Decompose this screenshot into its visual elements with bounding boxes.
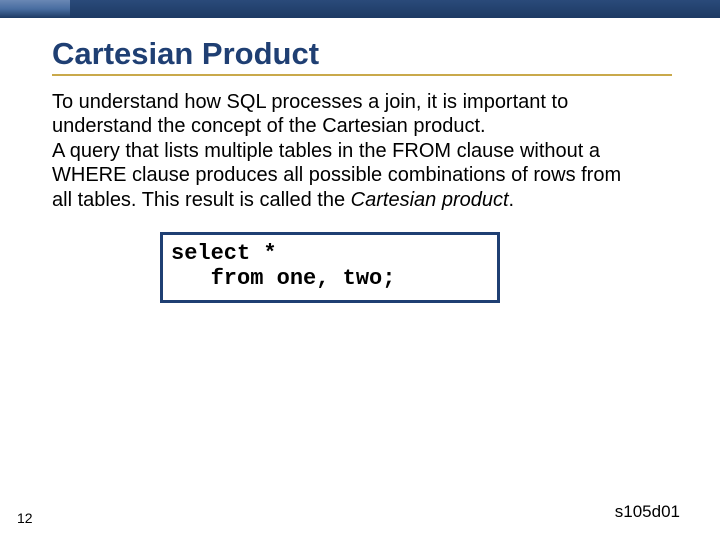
slide-title: Cartesian Product xyxy=(52,36,668,72)
footer-code: s105d01 xyxy=(615,502,680,522)
paragraph-2: A query that lists multiple tables in th… xyxy=(52,139,622,212)
page-number: 12 xyxy=(17,510,33,526)
slide-content: Cartesian Product To understand how SQL … xyxy=(0,18,720,540)
paragraph-1: To understand how SQL processes a join, … xyxy=(52,90,622,139)
paragraph-2-suffix: . xyxy=(509,189,515,211)
body-text: To understand how SQL processes a join, … xyxy=(52,90,622,212)
paragraph-2-prefix: A query that lists multiple tables in th… xyxy=(52,140,621,211)
code-text: select * from one, two; xyxy=(171,241,489,292)
header-bar xyxy=(0,0,720,18)
code-block-wrap: select * from one, two; xyxy=(160,232,500,303)
code-block: select * from one, two; xyxy=(160,232,500,303)
paragraph-2-term: Cartesian product xyxy=(351,189,509,211)
title-underline xyxy=(52,74,672,76)
header-bar-accent xyxy=(0,0,70,18)
